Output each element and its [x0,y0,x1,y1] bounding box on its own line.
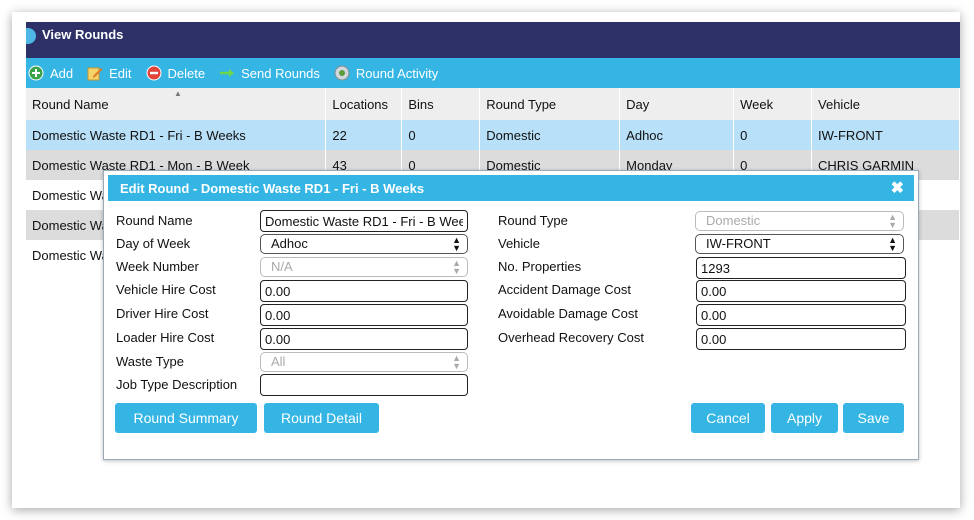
cell-round-name: Domestic Waste RD1 - Fri - B Weeks [26,120,327,150]
cell-vehicle: IW-FRONT [811,120,960,150]
select-arrows-icon: ▲ ▼ [888,235,897,253]
vehicle-hire-cost-label: Vehicle Hire Cost [116,282,216,297]
driver-hire-cost-input[interactable] [260,304,468,326]
table-row[interactable]: Domestic Waste RD1 - Fri - B Weeks 22 0 … [26,120,960,150]
week-number-select[interactable]: N/A ▲ ▼ [260,257,468,277]
delete-icon [146,65,162,81]
dialog-header: Edit Round - Domestic Waste RD1 - Fri - … [108,175,914,201]
round-activity-button[interactable]: Round Activity [334,65,438,81]
loader-hire-cost-label: Loader Hire Cost [116,330,215,345]
no-properties-label: No. Properties [498,259,582,274]
column-header-bins[interactable]: Bins [401,88,481,120]
close-icon[interactable]: ✖ [891,178,904,198]
toolbar: Add Edit Delete Send Rounds Round Activi… [26,58,960,88]
cell-round-type: Domestic [479,120,621,150]
column-header-round-type[interactable]: Round Type [479,88,621,120]
overhead-recovery-cost-label: Overhead Recovery Cost [498,330,644,345]
add-label: Add [50,65,74,81]
add-button[interactable]: Add [28,65,73,81]
column-header-vehicle[interactable]: Vehicle [811,88,960,120]
select-arrows-icon: ▲ ▼ [452,235,461,253]
app-logo-icon [26,28,36,44]
edit-icon [87,65,103,81]
cell-bins: 0 [401,120,481,150]
window-titlebar: View Rounds [26,22,960,58]
loader-hire-cost-input[interactable] [260,328,468,350]
waste-type-label: Waste Type [116,354,184,369]
day-of-week-select[interactable]: Adhoc ▲ ▼ [260,234,468,254]
column-header-week[interactable]: Week [733,88,813,120]
vehicle-label: Vehicle [498,236,540,251]
delete-button[interactable]: Delete [146,65,206,81]
round-type-select[interactable]: Domestic ▲ ▼ [695,211,904,231]
job-type-description-label: Job Type Description [116,377,238,392]
delete-label: Delete [167,65,206,81]
select-arrows-icon: ▲ ▼ [452,258,461,276]
round-name-label: Round Name [116,213,193,228]
window-title: View Rounds [42,27,124,42]
round-type-label: Round Type [498,213,568,228]
driver-hire-cost-label: Driver Hire Cost [116,306,209,321]
accident-damage-cost-input[interactable] [696,280,906,302]
table-header-row: ▲ Round Name Locations Bins Round Type Da… [26,88,960,120]
select-arrows-icon: ▲ ▼ [888,212,897,230]
vehicle-select[interactable]: IW-FRONT ▲ ▼ [695,234,904,254]
job-type-description-input[interactable] [260,374,468,396]
column-header-day[interactable]: Day [619,88,735,120]
round-detail-button[interactable]: Round Detail [264,403,379,433]
edit-label: Edit [109,65,132,81]
add-icon [28,65,44,81]
no-properties-input[interactable] [696,257,906,279]
round-activity-label: Round Activity [355,65,439,81]
edit-button[interactable]: Edit [87,65,132,81]
column-header-round-name[interactable]: ▲ Round Name [26,88,327,120]
avoidable-damage-cost-label: Avoidable Damage Cost [498,306,638,321]
activity-icon [334,65,350,81]
save-button[interactable]: Save [843,403,904,433]
day-of-week-label: Day of Week [116,236,191,251]
overhead-recovery-cost-input[interactable] [696,328,906,350]
avoidable-damage-cost-input[interactable] [696,304,906,326]
cancel-button[interactable]: Cancel [691,403,765,433]
week-number-label: Week Number [116,259,199,274]
arrow-right-icon [219,65,235,81]
vehicle-hire-cost-input[interactable] [260,280,468,302]
edit-round-dialog: Edit Round - Domestic Waste RD1 - Fri - … [103,170,919,460]
sort-asc-icon: ▲ [174,89,182,98]
cell-day: Adhoc [619,120,735,150]
round-name-input[interactable] [260,210,468,232]
apply-button[interactable]: Apply [771,403,838,433]
send-rounds-label: Send Rounds [241,65,320,81]
cell-locations: 22 [325,120,403,150]
cell-week: 0 [733,120,813,150]
select-arrows-icon: ▲ ▼ [452,353,461,371]
waste-type-select[interactable]: All ▲ ▼ [260,352,468,372]
column-header-locations[interactable]: Locations [325,88,403,120]
send-rounds-button[interactable]: Send Rounds [219,65,320,81]
round-summary-button[interactable]: Round Summary [115,403,257,433]
accident-damage-cost-label: Accident Damage Cost [498,282,631,297]
dialog-title: Edit Round - Domestic Waste RD1 - Fri - … [120,181,425,196]
